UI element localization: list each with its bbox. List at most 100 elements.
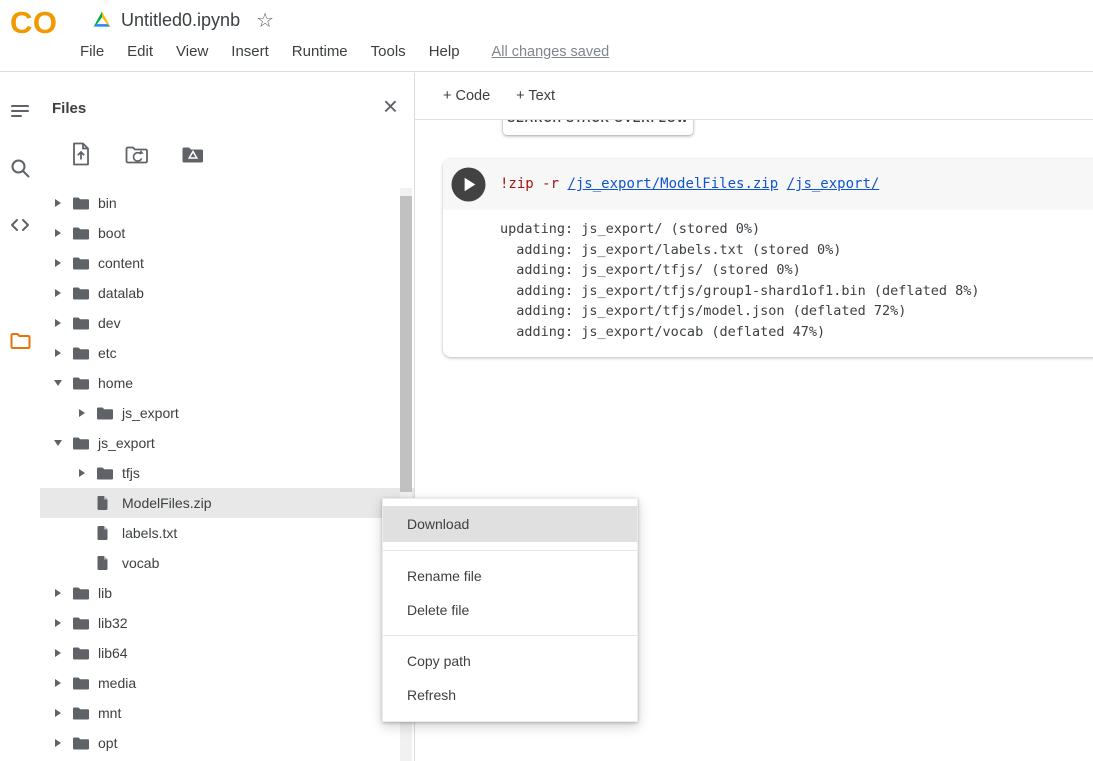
expand-arrow-icon[interactable] (48, 338, 68, 368)
folder-icon (72, 736, 90, 751)
context-menu-rename-file[interactable]: Rename file (383, 559, 637, 593)
folder-icon (72, 226, 90, 241)
tree-item-js_export[interactable]: js_export (40, 428, 414, 458)
search-icon (8, 167, 32, 184)
search-button[interactable] (8, 156, 32, 180)
expand-arrow-icon[interactable] (48, 578, 68, 608)
tree-item-home[interactable]: home (40, 368, 414, 398)
tree-item-mnt[interactable]: mnt (40, 698, 414, 728)
folder-icon (72, 316, 90, 331)
table-of-contents-button[interactable] (8, 99, 32, 123)
context-menu-copy-path[interactable]: Copy path (383, 644, 637, 678)
tree-item-label: tfjs (122, 465, 140, 481)
upload-button[interactable] (68, 141, 94, 167)
tree-item-dev[interactable]: dev (40, 308, 414, 338)
code-line[interactable]: !zip -r /js_export/ModelFiles.zip /js_ex… (500, 159, 879, 210)
add-text-button[interactable]: + Text (516, 88, 555, 104)
folder-icon (72, 676, 90, 691)
tree-item-opt[interactable]: opt (40, 728, 414, 758)
search-stack-overflow-button[interactable]: SEARCH STACK OVERFLOW (503, 120, 693, 135)
menu-file[interactable]: File (80, 43, 104, 60)
files-scrollbar-thumb[interactable] (400, 196, 412, 492)
tree-item-vocab[interactable]: vocab (40, 548, 414, 578)
expand-arrow-icon[interactable] (48, 698, 68, 728)
cell-output: updating: js_export/ (stored 0%) adding:… (443, 210, 1093, 357)
code-editor[interactable]: !zip -r /js_export/ModelFiles.zip /js_ex… (443, 159, 1093, 210)
collapse-arrow-icon[interactable] (48, 368, 68, 398)
tree-item-label: etc (98, 345, 117, 361)
file-browser-button[interactable] (8, 329, 32, 353)
expand-arrow-icon[interactable] (48, 278, 68, 308)
expand-arrow-icon[interactable] (48, 188, 68, 218)
context-menu-delete-file[interactable]: Delete file (383, 593, 637, 627)
tree-item-tfjs[interactable]: tfjs (40, 458, 414, 488)
menu-runtime[interactable]: Runtime (292, 43, 348, 60)
expand-arrow-icon[interactable] (48, 668, 68, 698)
menu-edit[interactable]: Edit (127, 43, 153, 60)
menu-help[interactable]: Help (429, 43, 460, 60)
table-of-contents-icon (8, 110, 32, 127)
arrow-spacer (72, 488, 92, 518)
star-icon[interactable]: ☆ (256, 8, 274, 32)
arrow-spacer (72, 518, 92, 548)
tree-item-label: lib (98, 585, 112, 601)
tree-item-labels.txt[interactable]: labels.txt (40, 518, 414, 548)
code-token: /js_export/ModelFiles.zip (567, 176, 778, 192)
expand-arrow-icon[interactable] (72, 398, 92, 428)
tree-item-label: boot (98, 225, 125, 241)
tree-item-datalab[interactable]: datalab (40, 278, 414, 308)
title-row: Untitled0.ipynb ☆ (92, 8, 274, 32)
tree-item-label: datalab (98, 285, 144, 301)
expand-arrow-icon[interactable] (48, 638, 68, 668)
tree-item-js_export[interactable]: js_export (40, 398, 414, 428)
tree-item-label: labels.txt (122, 525, 177, 541)
mount-drive-icon (180, 154, 206, 171)
expand-arrow-icon[interactable] (48, 728, 68, 758)
collapse-arrow-icon[interactable] (48, 428, 68, 458)
mount-drive-button[interactable] (180, 141, 206, 167)
code-snippets-button[interactable] (8, 213, 32, 237)
folder-icon (72, 706, 90, 721)
add-code-button[interactable]: + Code (443, 88, 490, 104)
file-icon (96, 525, 114, 541)
expand-arrow-icon[interactable] (48, 308, 68, 338)
expand-arrow-icon[interactable] (72, 458, 92, 488)
folder-icon (96, 466, 114, 481)
tree-item-content[interactable]: content (40, 248, 414, 278)
tree-item-boot[interactable]: boot (40, 218, 414, 248)
tree-item-lib32[interactable]: lib32 (40, 608, 414, 638)
tree-item-label: dev (98, 315, 121, 331)
folder-icon (72, 586, 90, 601)
expand-arrow-icon[interactable] (48, 248, 68, 278)
code-token: !zip -r (500, 176, 567, 192)
context-menu-refresh[interactable]: Refresh (383, 678, 637, 712)
tree-item-bin[interactable]: bin (40, 188, 414, 218)
output-line: adding: js_export/tfjs/model.json (defla… (500, 301, 1093, 322)
tree-item-label: js_export (122, 405, 179, 421)
tree-item-lib[interactable]: lib (40, 578, 414, 608)
tree-item-ModelFiles.zip[interactable]: ModelFiles.zip (40, 488, 414, 518)
expand-arrow-icon[interactable] (48, 608, 68, 638)
tree-item-etc[interactable]: etc (40, 338, 414, 368)
code-token: /js_export/ (787, 176, 880, 192)
colab-logo[interactable]: CO (10, 5, 58, 41)
folder-icon (72, 196, 90, 211)
save-status[interactable]: All changes saved (492, 44, 610, 60)
notebook-title[interactable]: Untitled0.ipynb (121, 10, 240, 31)
tree-item-label: lib64 (98, 645, 128, 661)
menu-tools[interactable]: Tools (371, 43, 406, 60)
menu-view[interactable]: View (176, 43, 208, 60)
run-cell-button[interactable] (451, 167, 486, 202)
tree-item-lib64[interactable]: lib64 (40, 638, 414, 668)
context-menu-download[interactable]: Download (383, 506, 637, 542)
menubar: File Edit View Insert Runtime Tools Help All c… (80, 43, 609, 60)
file-context-menu: Download Rename fileDelete file Copy pathR… (382, 498, 638, 722)
refresh-button[interactable] (124, 141, 150, 167)
tree-item-media[interactable]: media (40, 668, 414, 698)
expand-arrow-icon[interactable] (48, 218, 68, 248)
folder-icon (72, 286, 90, 301)
tree-item-label: mnt (98, 705, 121, 721)
close-icon[interactable]: × (383, 93, 398, 119)
files-toolbar (68, 141, 206, 167)
menu-insert[interactable]: Insert (231, 43, 269, 60)
